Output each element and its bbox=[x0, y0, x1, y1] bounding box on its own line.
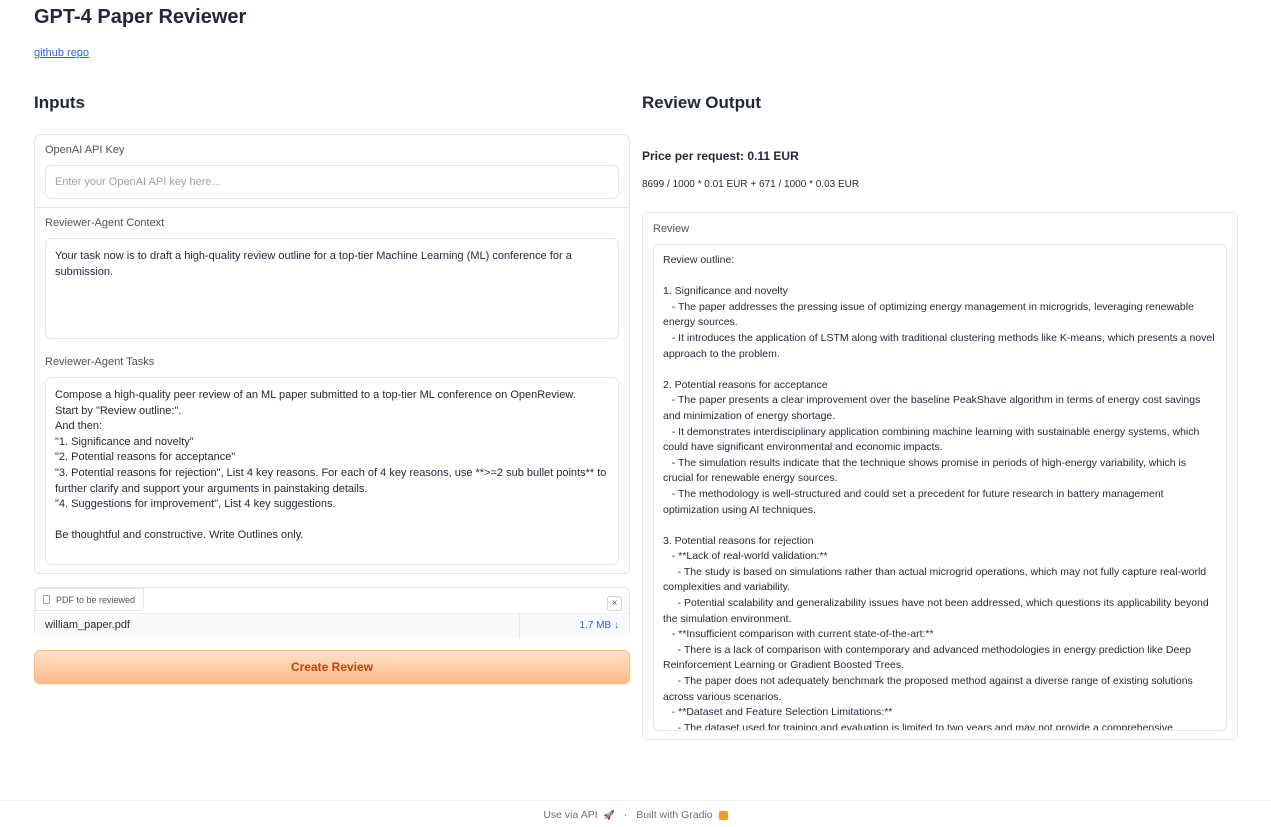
divider bbox=[35, 207, 629, 208]
price-title: Price per request: 0.11 EUR bbox=[642, 149, 799, 163]
github-repo-link[interactable]: github repo bbox=[34, 47, 89, 59]
context-textarea[interactable]: Your task now is to draft a high-quality… bbox=[45, 238, 619, 339]
inputs-panel: OpenAI API Key Enter your OpenAI API key… bbox=[34, 134, 630, 574]
gradio-logo-icon bbox=[718, 810, 728, 820]
review-label: Review bbox=[653, 223, 690, 235]
review-panel: Review Review outline: 1. Significance a… bbox=[642, 212, 1238, 740]
use-via-api-link[interactable]: Use via API bbox=[543, 809, 597, 821]
clear-file-button[interactable]: × bbox=[607, 596, 622, 611]
file-size-cell: 1.7 MB ↓ bbox=[519, 614, 629, 638]
pdf-upload: PDF to be reviewed × william_paper.pdf 1… bbox=[34, 587, 630, 638]
built-with-gradio-link[interactable]: Built with Gradio bbox=[636, 809, 712, 821]
output-heading: Review Output bbox=[642, 93, 762, 112]
review-textarea[interactable]: Review outline: 1. Significance and nove… bbox=[653, 244, 1227, 731]
api-key-input[interactable]: Enter your OpenAI API key here... bbox=[45, 165, 619, 199]
footer-divider bbox=[0, 800, 1271, 801]
footer: Use via API 🚀 · Built with Gradio bbox=[0, 809, 1271, 821]
price-calculation: 8699 / 1000 * 0.01 EUR + 671 / 1000 * 0.… bbox=[642, 179, 860, 190]
tasks-textarea[interactable]: Compose a high-quality peer review of an… bbox=[45, 377, 619, 565]
create-review-button[interactable]: Create Review bbox=[34, 650, 630, 684]
tasks-label: Reviewer-Agent Tasks bbox=[45, 356, 155, 368]
file-icon bbox=[43, 595, 50, 604]
app-title: GPT-4 Paper Reviewer bbox=[34, 6, 247, 28]
pdf-upload-label: PDF to be reviewed bbox=[56, 594, 136, 605]
inputs-heading: Inputs bbox=[34, 93, 85, 112]
context-label: Reviewer-Agent Context bbox=[45, 217, 165, 229]
pdf-upload-tab: PDF to be reviewed bbox=[35, 588, 145, 611]
file-name: william_paper.pdf bbox=[45, 619, 130, 631]
rocket-icon: 🚀 bbox=[603, 810, 615, 820]
file-row: william_paper.pdf 1.7 MB ↓ bbox=[35, 613, 629, 638]
api-key-label: OpenAI API Key bbox=[45, 144, 125, 156]
file-download-link[interactable]: 1.7 MB ↓ bbox=[580, 620, 619, 631]
footer-separator: · bbox=[623, 809, 628, 821]
